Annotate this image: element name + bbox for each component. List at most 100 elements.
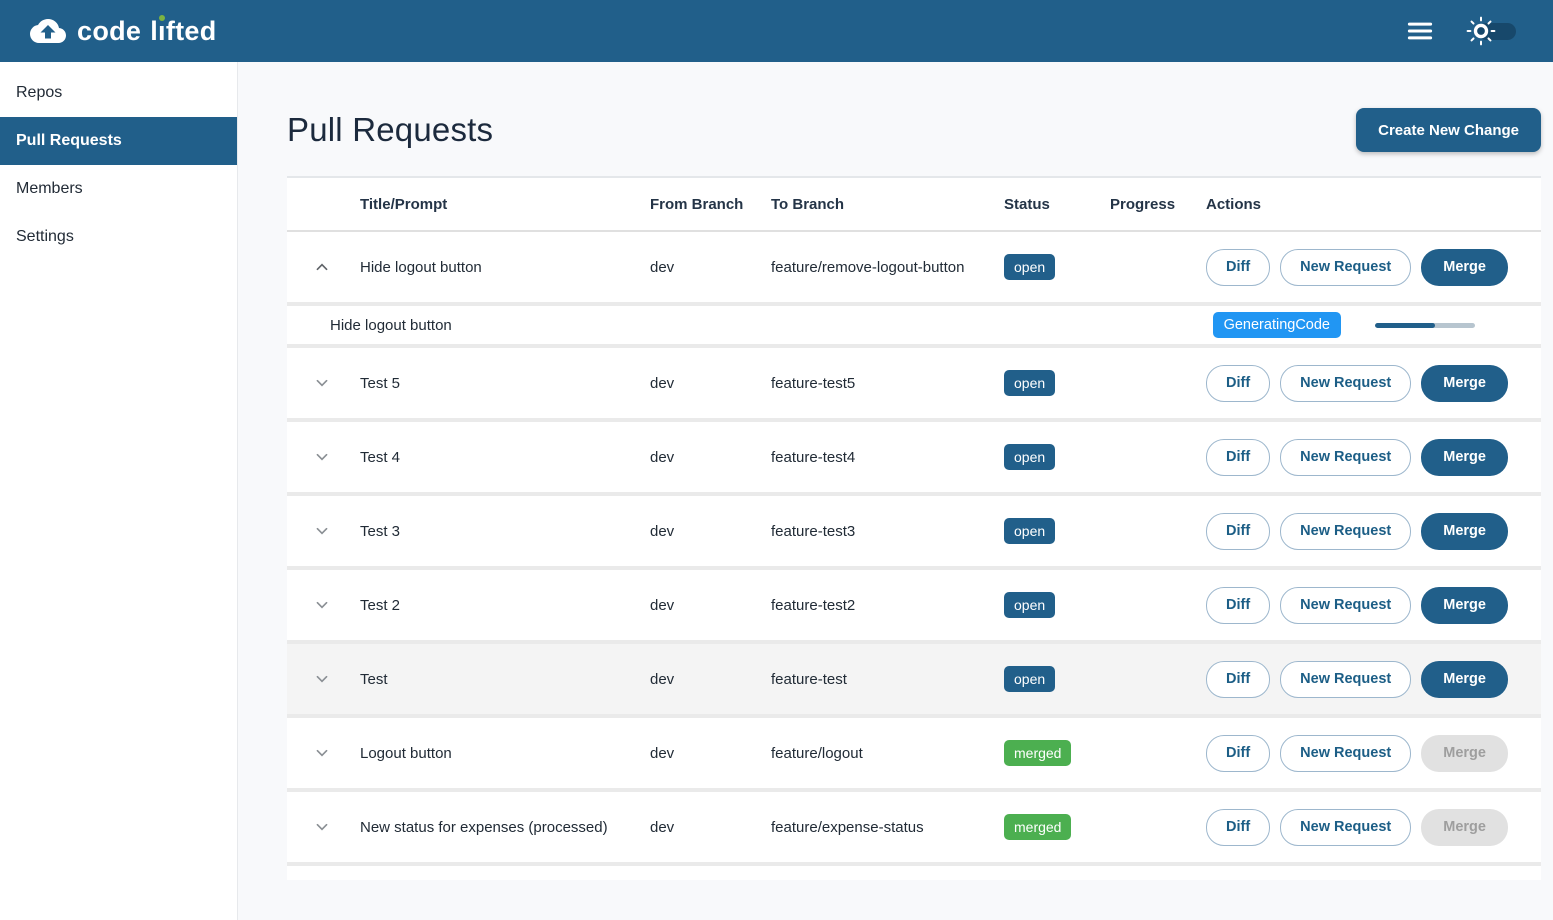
pr-title: Test 4 [360, 449, 650, 466]
merge-button: Merge [1421, 809, 1508, 846]
pr-from-branch: dev [650, 671, 771, 688]
new-request-button[interactable]: New Request [1280, 249, 1411, 286]
hamburger-icon [1405, 16, 1435, 46]
diff-button[interactable]: Diff [1206, 735, 1270, 772]
header-from-branch: From Branch [650, 196, 771, 213]
status-badge: open [1004, 518, 1055, 544]
pr-from-branch: dev [650, 597, 771, 614]
header-title-prompt: Title/Prompt [360, 196, 650, 213]
merge-button[interactable]: Merge [1421, 249, 1508, 286]
chevron-up-icon [311, 256, 333, 278]
new-request-button[interactable]: New Request [1280, 735, 1411, 772]
generation-status-chip: GeneratingCode [1213, 312, 1341, 338]
header-status: Status [1004, 196, 1110, 213]
pr-to-branch: feature/expense-status [771, 819, 1004, 836]
merge-button[interactable]: Merge [1421, 365, 1508, 402]
brand-word-2: lıfted [150, 16, 216, 47]
expand-row-button[interactable] [309, 814, 335, 840]
sidebar-item-label: Repos [16, 84, 62, 102]
pr-from-branch: dev [650, 745, 771, 762]
status-badge: merged [1004, 814, 1071, 840]
chevron-down-icon [311, 742, 333, 764]
create-new-change-button[interactable]: Create New Change [1356, 108, 1541, 152]
merge-button[interactable]: Merge [1421, 661, 1508, 698]
diff-button[interactable]: Diff [1206, 809, 1270, 846]
diff-button[interactable]: Diff [1206, 587, 1270, 624]
main-content: Pull Requests Create New Change Title/Pr… [238, 62, 1553, 920]
table-row: Test 5 dev feature-test5 open Diff New R… [287, 348, 1541, 422]
table-body: Hide logout button dev feature/remove-lo… [287, 232, 1541, 866]
brand-word-1: code [77, 16, 141, 47]
new-request-button[interactable]: New Request [1280, 439, 1411, 476]
pr-to-branch: feature-test3 [771, 523, 1004, 540]
pr-to-branch: feature/remove-logout-button [771, 259, 1004, 276]
status-badge: open [1004, 592, 1055, 618]
new-request-button[interactable]: New Request [1280, 661, 1411, 698]
status-badge: merged [1004, 740, 1071, 766]
pr-title: Test 2 [360, 597, 650, 614]
page-header: Pull Requests Create New Change [287, 108, 1541, 152]
table-row: Test 4 dev feature-test4 open Diff New R… [287, 422, 1541, 496]
brand-text: code lıfted [77, 16, 217, 47]
chevron-down-icon [311, 446, 333, 468]
merge-button: Merge [1421, 735, 1508, 772]
pr-to-branch: feature/logout [771, 745, 1004, 762]
new-request-button[interactable]: New Request [1280, 365, 1411, 402]
sidebar-item-members[interactable]: Members [0, 165, 237, 213]
pr-title: Test 3 [360, 523, 650, 540]
header-to-branch: To Branch [771, 196, 1004, 213]
chevron-down-icon [311, 520, 333, 542]
diff-button[interactable]: Diff [1206, 513, 1270, 550]
expand-row-button[interactable] [309, 444, 335, 470]
new-request-button[interactable]: New Request [1280, 513, 1411, 550]
expand-row-button[interactable] [309, 370, 335, 396]
sidebar-item-repos[interactable]: Repos [0, 69, 237, 117]
status-badge: open [1004, 444, 1055, 470]
new-request-button[interactable]: New Request [1280, 809, 1411, 846]
status-badge: open [1004, 666, 1055, 692]
pr-to-branch: feature-test5 [771, 375, 1004, 392]
diff-button[interactable]: Diff [1206, 439, 1270, 476]
pr-from-branch: dev [650, 449, 771, 466]
theme-toggle[interactable] [1465, 15, 1517, 47]
sun-icon [1465, 15, 1497, 47]
pr-to-branch: feature-test [771, 671, 1004, 688]
header-actions: Actions [1206, 196, 1541, 213]
expand-row-button[interactable] [309, 740, 335, 766]
diff-button[interactable]: Diff [1206, 249, 1270, 286]
table-row: Test dev feature-test open Diff New Requ… [287, 644, 1541, 718]
expanded-detail-row: Hide logout button GeneratingCode [287, 306, 1541, 348]
progress-bar-fill [1375, 323, 1435, 328]
pr-from-branch: dev [650, 259, 771, 276]
pr-title: Logout button [360, 745, 650, 762]
sidebar-item-pull-requests[interactable]: Pull Requests [0, 117, 237, 165]
expand-row-button[interactable] [309, 518, 335, 544]
sidebar: Repos Pull Requests Members Settings [0, 62, 238, 920]
progress-bar [1375, 323, 1475, 328]
topbar-actions [1405, 15, 1517, 47]
table-row: Test 3 dev feature-test3 open Diff New R… [287, 496, 1541, 570]
sidebar-item-label: Members [16, 180, 83, 198]
pr-title: Test 5 [360, 375, 650, 392]
page-title: Pull Requests [287, 111, 493, 149]
expand-row-button[interactable] [309, 254, 335, 280]
table-header-row: Title/Prompt From Branch To Branch Statu… [287, 178, 1541, 232]
cloud-upload-icon [30, 13, 66, 49]
merge-button[interactable]: Merge [1421, 587, 1508, 624]
chevron-down-icon [311, 816, 333, 838]
pr-to-branch: feature-test2 [771, 597, 1004, 614]
menu-button[interactable] [1405, 16, 1435, 46]
sidebar-item-label: Pull Requests [16, 132, 122, 150]
diff-button[interactable]: Diff [1206, 365, 1270, 402]
status-badge: open [1004, 254, 1055, 280]
sidebar-item-settings[interactable]: Settings [0, 213, 237, 261]
merge-button[interactable]: Merge [1421, 513, 1508, 550]
chevron-down-icon [311, 668, 333, 690]
expand-row-button[interactable] [309, 592, 335, 618]
merge-button[interactable]: Merge [1421, 439, 1508, 476]
expand-row-button[interactable] [309, 666, 335, 692]
new-request-button[interactable]: New Request [1280, 587, 1411, 624]
diff-button[interactable]: Diff [1206, 661, 1270, 698]
pr-from-branch: dev [650, 819, 771, 836]
pr-from-branch: dev [650, 523, 771, 540]
